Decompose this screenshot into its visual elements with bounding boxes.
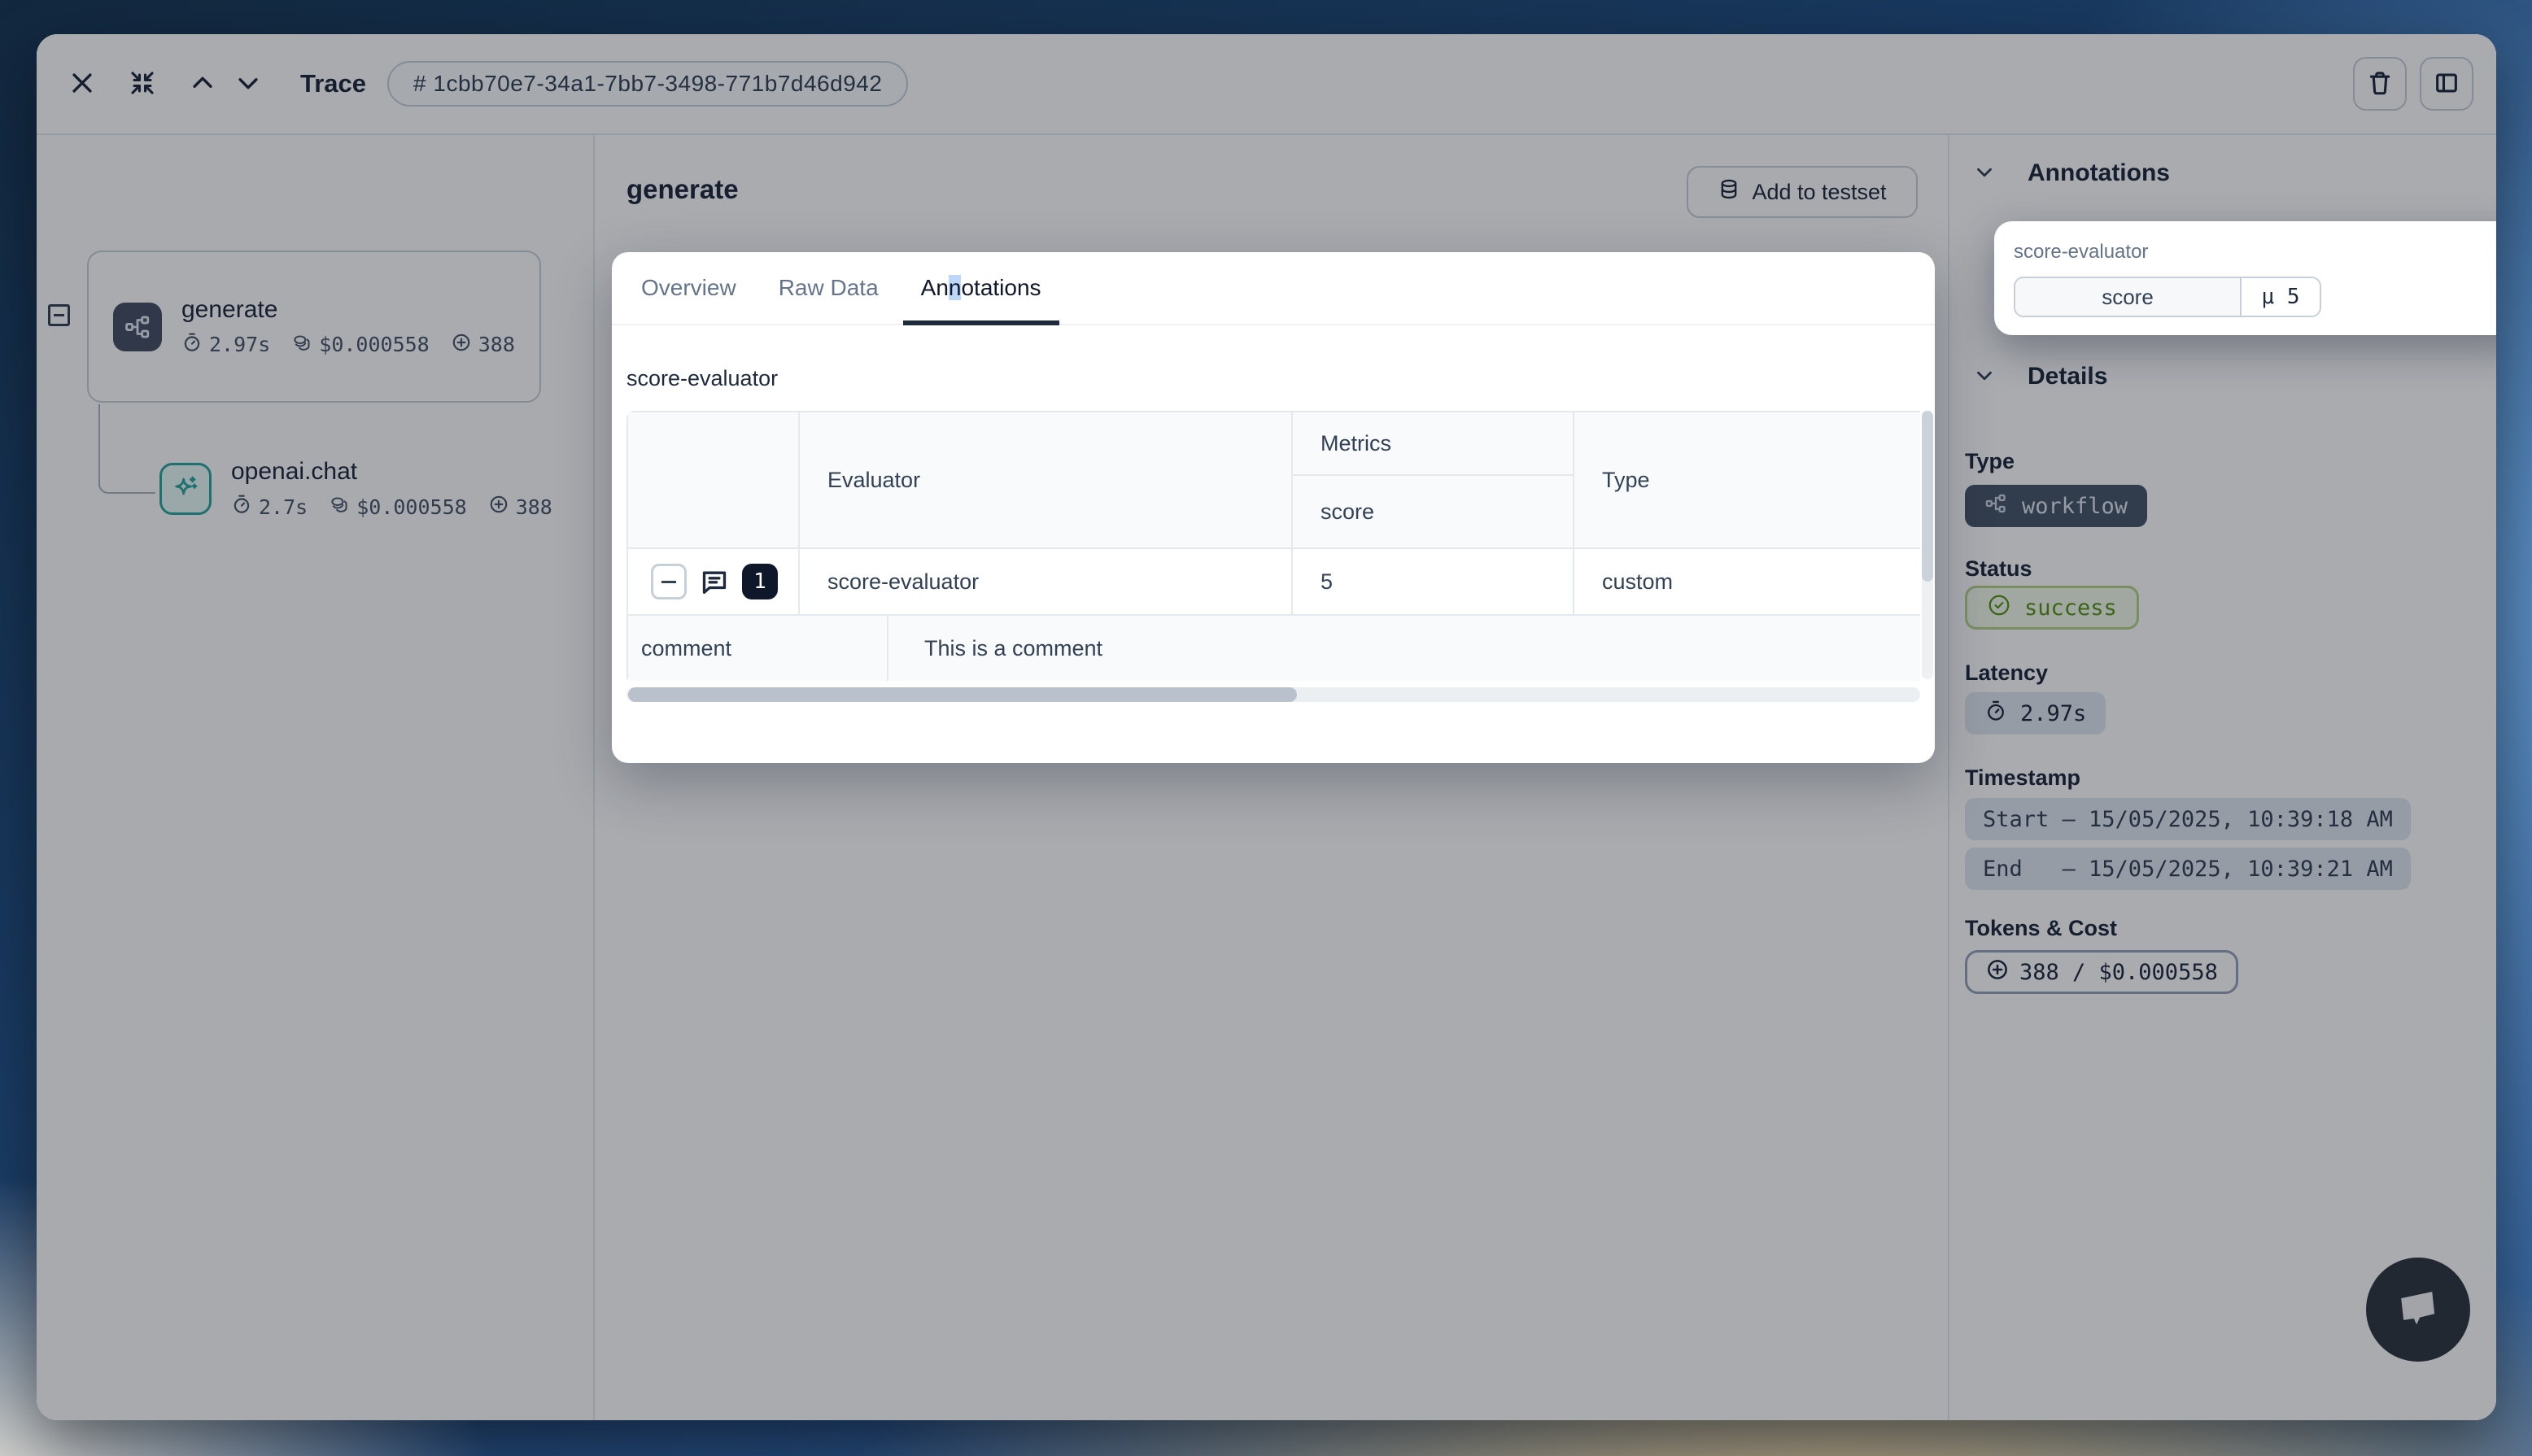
table-vertical-scrollbar[interactable] [1922, 411, 1933, 679]
trace-drawer-window: Trace # 1cbb70e7-34a1-7bb7-3498-771b7d46… [37, 34, 2496, 1420]
metrics-column-header: Metrics score [1293, 412, 1574, 547]
row-score-cell: 5 [1293, 549, 1574, 614]
type-column-header: Type [1574, 412, 1920, 547]
tab-label: Overview [641, 275, 736, 301]
row-evaluator-cell: score-evaluator [800, 549, 1293, 614]
span-detail-card: Overview Raw Data Annotations score-eval… [612, 252, 1935, 763]
evaluator-column-header: Evaluator [800, 412, 1293, 547]
metric-name-subheader: score [1293, 476, 1573, 547]
table-row: 1 score-evaluator 5 custom [628, 547, 1920, 614]
score-metric-pill[interactable]: score μ 5 [2014, 277, 2321, 317]
metric-name: score [2015, 278, 2242, 316]
comment-key-cell: comment [628, 616, 888, 681]
controls-column-header [628, 412, 800, 547]
evaluator-section-title: score-evaluator [626, 366, 778, 391]
popover-evaluator-label: score-evaluator [2014, 241, 2496, 264]
tab-raw-data[interactable]: Raw Data [761, 252, 897, 324]
desktop-background: Trace # 1cbb70e7-34a1-7bb7-3498-771b7d46… [0, 0, 2532, 1456]
comment-icon[interactable] [698, 565, 731, 598]
comment-sub-row: comment This is a comment [628, 614, 1920, 681]
comment-count-badge: 1 [742, 564, 778, 599]
annotation-popover: score-evaluator score μ 5 [1994, 221, 2496, 335]
row-type-cell: custom [1574, 549, 1920, 614]
tab-overview[interactable]: Overview [623, 252, 754, 324]
scrollbar-thumb[interactable] [1922, 411, 1933, 582]
table-header-row: Evaluator Metrics score Type [628, 412, 1920, 547]
tab-label: Annotations [921, 275, 1041, 301]
scrollbar-thumb[interactable] [628, 687, 1297, 702]
tab-annotations[interactable]: Annotations [903, 252, 1059, 324]
metrics-header-label: Metrics [1293, 412, 1573, 476]
comment-value-cell: This is a comment [888, 616, 1920, 681]
annotations-table: Evaluator Metrics score Type [626, 411, 1920, 679]
collapse-row-button[interactable] [651, 564, 687, 599]
tab-label: Raw Data [779, 275, 879, 301]
text-selection-highlight: n [949, 275, 962, 300]
span-tabs: Overview Raw Data Annotations [612, 252, 1935, 325]
metric-aggregate-value: μ 5 [2242, 278, 2320, 316]
table-horizontal-scrollbar[interactable] [626, 687, 1920, 702]
